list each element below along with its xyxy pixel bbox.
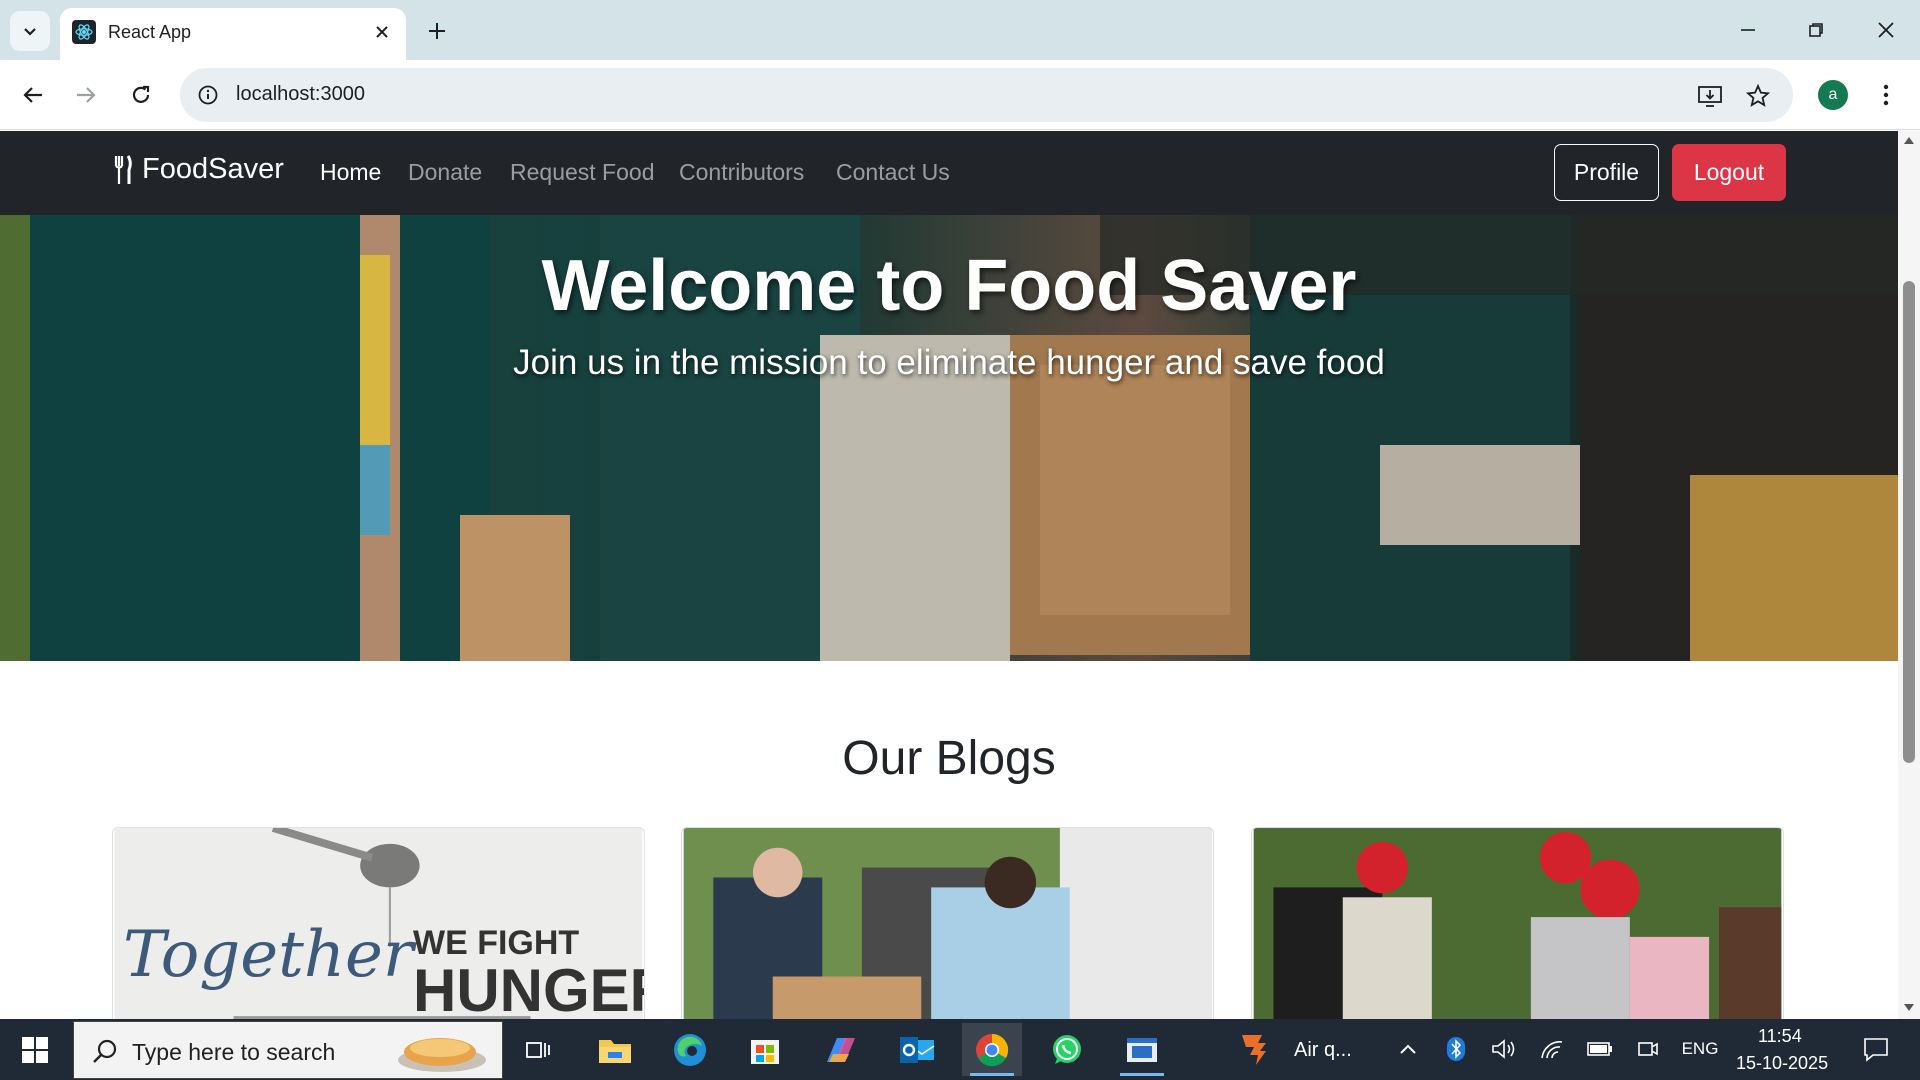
blog-image-text-together: Together <box>123 918 414 992</box>
battery-icon[interactable] <box>1586 1035 1614 1063</box>
blog-card[interactable] <box>1251 827 1784 1019</box>
taskbar-chrome[interactable] <box>962 1023 1022 1076</box>
blog-image-children <box>1253 828 1782 1019</box>
nav-link-request-food[interactable]: Request Food <box>510 159 654 186</box>
bookmark-star-icon[interactable] <box>1742 80 1774 112</box>
page-viewport: FoodSaver Home Donate Request Food Contr… <box>0 131 1898 1019</box>
search-icon <box>93 1039 117 1063</box>
task-view-icon <box>526 1041 550 1058</box>
folder-icon <box>599 1039 631 1063</box>
address-bar[interactable]: localhost:3000 <box>180 68 1793 122</box>
edge-icon <box>674 1033 706 1066</box>
copilot-icon <box>827 1037 855 1062</box>
hero-subtitle: Join us in the mission to eliminate hung… <box>513 343 1385 382</box>
close-icon <box>1878 22 1894 38</box>
app-window-icon <box>1127 1037 1157 1062</box>
network-icon[interactable] <box>1538 1035 1566 1063</box>
blog-image-text-hunger: HUNGER <box>413 957 644 1019</box>
language-indicator[interactable]: ENG <box>1680 1035 1720 1063</box>
taskbar-microsoft-store[interactable] <box>735 1023 795 1076</box>
hero-banner: Welcome to Food Saver Join us in the mis… <box>0 215 1898 661</box>
tab-search-button[interactable] <box>10 11 50 51</box>
bluetooth-icon[interactable] <box>1442 1035 1470 1063</box>
close-tab-icon[interactable] <box>370 20 394 44</box>
browser-toolbar: localhost:3000 a <box>0 60 1920 130</box>
url-text[interactable]: localhost:3000 <box>236 83 365 106</box>
scrollbar-thumb[interactable] <box>1903 281 1915 763</box>
reload-button[interactable] <box>121 75 161 115</box>
fork-knife-icon <box>114 154 132 184</box>
scroll-down-arrow-icon[interactable] <box>1903 1003 1915 1013</box>
react-icon <box>72 20 96 44</box>
outlook-icon <box>900 1036 935 1063</box>
close-window-button[interactable] <box>1862 10 1910 50</box>
forward-button[interactable] <box>66 75 106 115</box>
kebab-menu-icon[interactable] <box>1868 75 1904 115</box>
profile-button[interactable]: Profile <box>1554 144 1659 201</box>
back-button[interactable] <box>13 75 53 115</box>
minimize-icon <box>1741 29 1755 31</box>
pie-illustration-icon <box>398 1038 486 1072</box>
taskbar-whatsapp[interactable] <box>1037 1023 1097 1076</box>
brand-link[interactable]: FoodSaver <box>112 153 284 186</box>
profile-avatar[interactable]: a <box>1818 80 1848 110</box>
minimize-button[interactable] <box>1724 10 1772 50</box>
plus-icon <box>429 23 445 39</box>
search-placeholder: Type here to search <box>132 1039 336 1065</box>
taskbar-app-window[interactable] <box>1112 1023 1172 1076</box>
nav-link-home[interactable]: Home <box>320 159 381 186</box>
browser-tab[interactable]: React App <box>60 8 406 60</box>
chevron-down-icon <box>24 28 36 36</box>
restore-icon <box>1809 23 1823 37</box>
install-app-icon[interactable] <box>1694 80 1726 112</box>
running-app-indicator <box>1120 1073 1164 1076</box>
active-app-indicator <box>970 1073 1014 1076</box>
nav-link-donate[interactable]: Donate <box>408 159 482 186</box>
scroll-up-arrow-icon[interactable] <box>1903 135 1915 145</box>
windows-start-button[interactable] <box>12 1033 58 1067</box>
reload-icon <box>132 85 150 103</box>
page-scrollbar[interactable] <box>1898 131 1920 1019</box>
nav-link-contributors[interactable]: Contributors <box>679 159 804 186</box>
taskbar-file-explorer[interactable] <box>585 1023 645 1076</box>
windows-taskbar: Type here to search Air q... ENG 11:54 1… <box>0 1019 1920 1080</box>
notifications-icon[interactable] <box>1856 1035 1896 1063</box>
clock-date[interactable]: 15-10-2025 <box>1736 1053 1828 1074</box>
tab-title: React App <box>108 22 192 42</box>
arrow-right-icon <box>77 87 96 103</box>
chevron-up-icon[interactable] <box>1394 1035 1422 1063</box>
weather-text: Air q... <box>1294 1039 1352 1061</box>
taskbar-copilot[interactable] <box>811 1023 871 1076</box>
meet-now-icon[interactable] <box>1634 1035 1662 1063</box>
blog-image-volunteers <box>683 828 1212 1019</box>
new-tab-button[interactable] <box>420 14 454 48</box>
blogs-heading: Our Blogs <box>842 732 1056 785</box>
hero-title: Welcome to Food Saver <box>541 246 1357 326</box>
blog-card[interactable] <box>681 827 1214 1019</box>
browser-tab-strip: React App <box>0 0 1920 60</box>
restore-button[interactable] <box>1792 10 1840 50</box>
brand-name: FoodSaver <box>142 153 284 185</box>
site-navbar: FoodSaver Home Donate Request Food Contr… <box>0 131 1898 215</box>
store-icon <box>751 1039 779 1064</box>
task-view-button[interactable] <box>508 1023 568 1076</box>
volume-icon[interactable] <box>1490 1035 1518 1063</box>
windows-logo-icon <box>22 1037 48 1063</box>
taskbar-edge[interactable] <box>660 1023 720 1076</box>
clock-time[interactable]: 11:54 <box>1758 1026 1802 1047</box>
logout-button[interactable]: Logout <box>1672 144 1786 201</box>
chrome-icon <box>976 1033 1009 1066</box>
blog-card[interactable]: Together WE FIGHT HUNGER <box>112 827 645 1019</box>
info-icon[interactable] <box>192 79 224 111</box>
whatsapp-icon <box>1053 1034 1081 1064</box>
nav-link-contact-us[interactable]: Contact Us <box>836 159 950 186</box>
taskbar-outlook[interactable] <box>887 1023 947 1076</box>
taskbar-search-box[interactable]: Type here to search <box>73 1021 503 1079</box>
arrow-left-icon <box>23 87 42 103</box>
air-quality-icon <box>1242 1034 1266 1065</box>
